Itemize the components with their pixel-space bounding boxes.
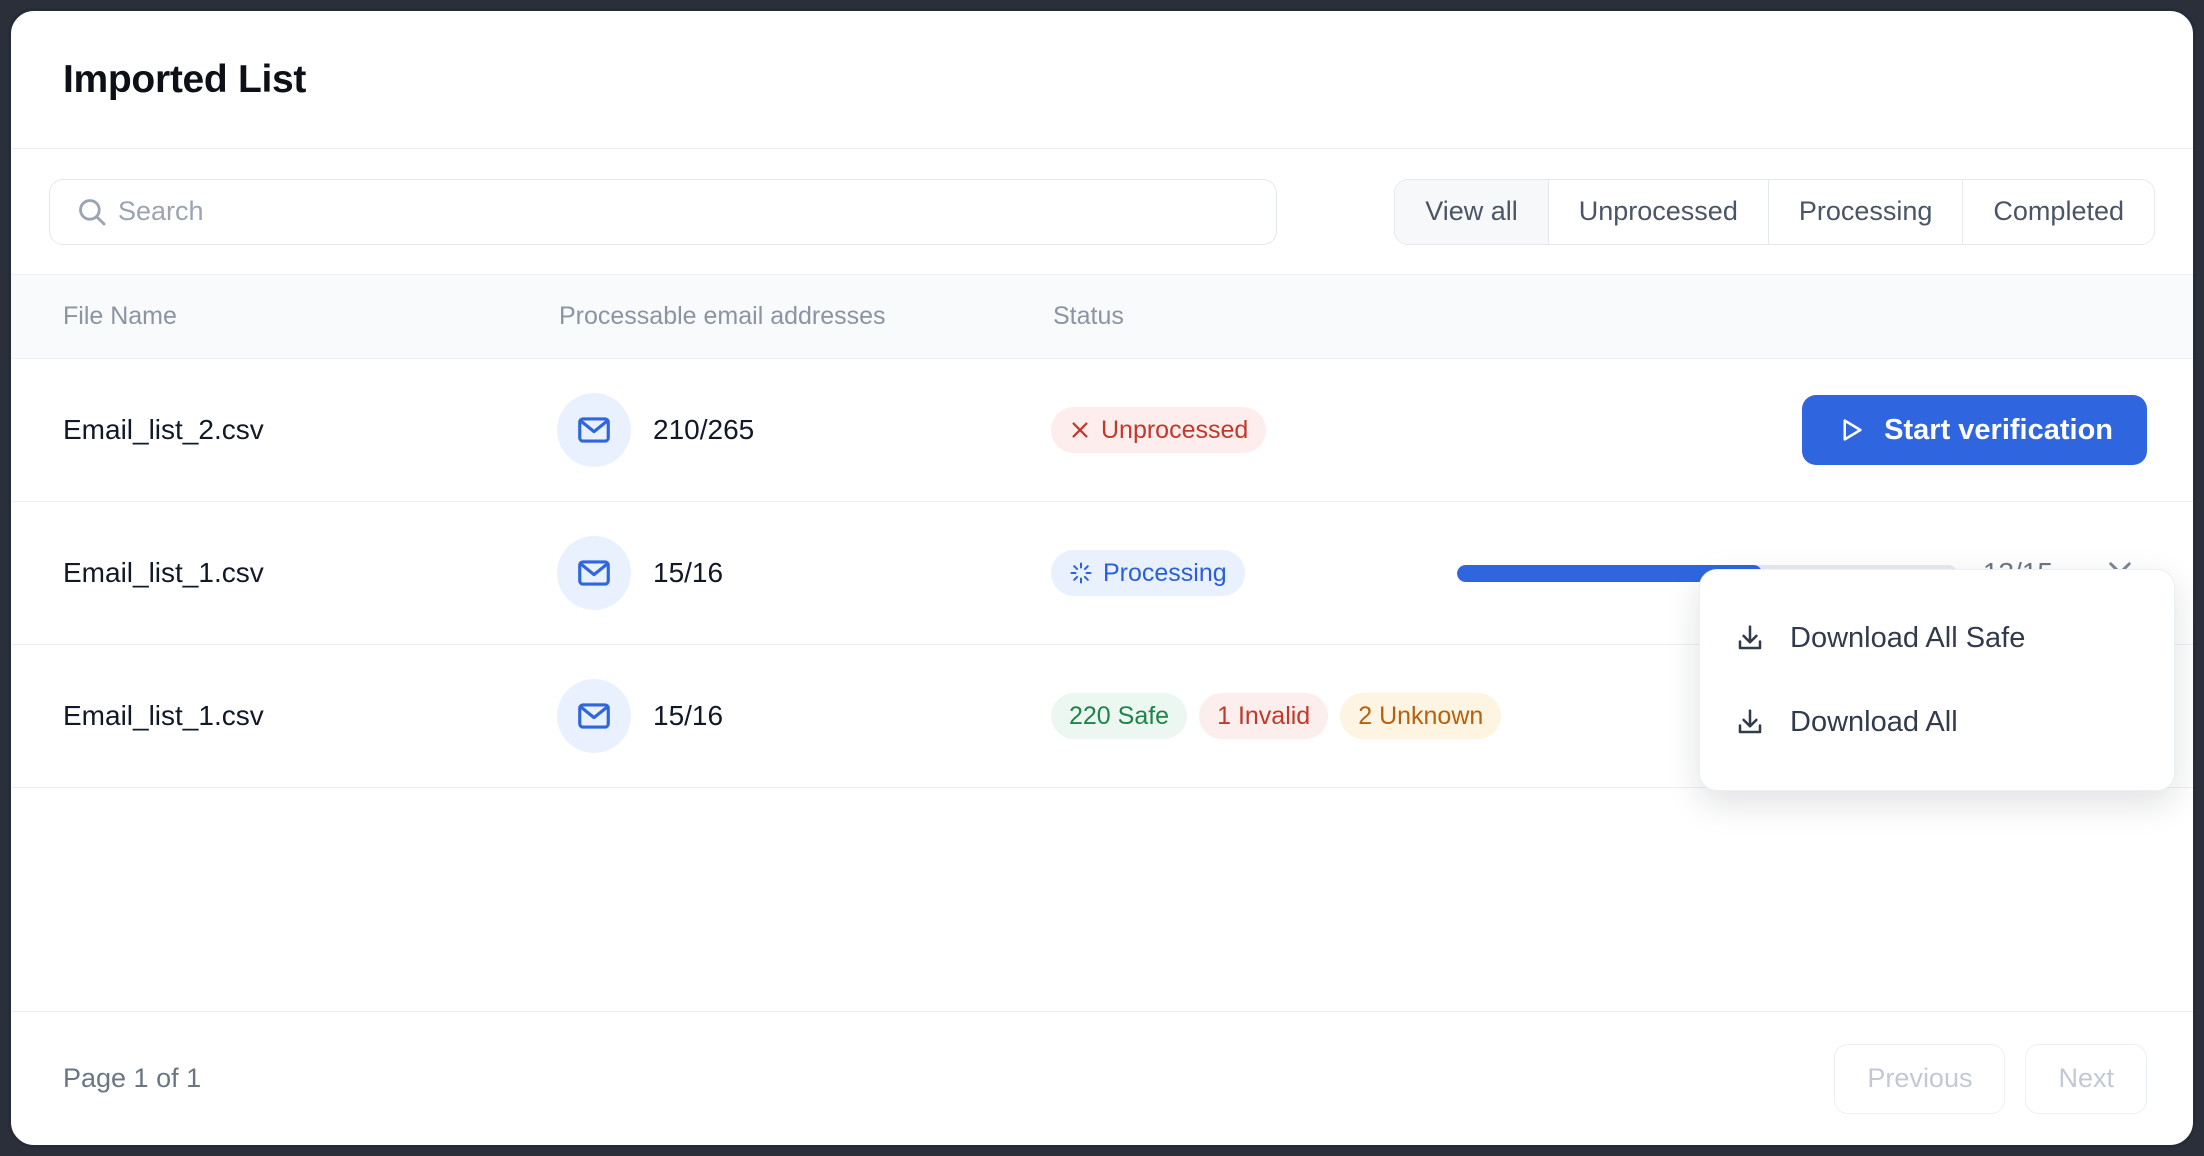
table-row[interactable]: Email_list_2.csv 210/265 Unprocessed Sta… bbox=[11, 359, 2193, 502]
status-badge-invalid: 1 Invalid bbox=[1199, 693, 1329, 739]
download-icon bbox=[1738, 625, 1762, 650]
menu-item-label: Download All Safe bbox=[1790, 621, 2026, 654]
next-page-button[interactable]: Next bbox=[2025, 1043, 2147, 1114]
status-badge-label: Processing bbox=[1103, 558, 1227, 587]
card-header: Imported List bbox=[11, 11, 2193, 149]
mail-icon bbox=[557, 536, 631, 610]
page-indicator: Page 1 of 1 bbox=[63, 1063, 202, 1093]
column-header-status: Status bbox=[1053, 302, 1124, 330]
cell-status: Unprocessed bbox=[1051, 407, 1267, 453]
pagination-controls: Previous Next bbox=[1834, 1043, 2147, 1114]
search-input[interactable] bbox=[49, 178, 1277, 245]
cell-status: Processing bbox=[1051, 550, 1245, 596]
mail-icon bbox=[557, 679, 631, 753]
status-badge-safe: 220 Safe bbox=[1051, 693, 1188, 739]
cell-processable: 210/265 bbox=[557, 393, 754, 467]
cell-file-name: Email_list_1.csv bbox=[63, 557, 264, 588]
menu-item-download-all-safe[interactable]: Download All Safe bbox=[1700, 596, 2174, 680]
column-header-file-name: File Name bbox=[63, 302, 177, 330]
previous-page-button[interactable]: Previous bbox=[1834, 1043, 2006, 1114]
cell-file-name: Email_list_1.csv bbox=[63, 700, 264, 731]
status-filter-tabs: View all Unprocessed Processing Complete… bbox=[1394, 178, 2155, 245]
spinner-icon bbox=[1070, 562, 1092, 584]
menu-item-label: Download All bbox=[1790, 705, 1958, 738]
processable-count: 15/16 bbox=[653, 700, 724, 731]
download-dropdown-menu: Download All Safe Download All bbox=[1699, 569, 2175, 791]
tab-processing[interactable]: Processing bbox=[1768, 179, 1964, 244]
page-title: Imported List bbox=[63, 57, 307, 101]
start-verification-button[interactable]: Start verification bbox=[1802, 395, 2147, 465]
toolbar: View all Unprocessed Processing Complete… bbox=[11, 149, 2193, 275]
download-icon bbox=[1738, 709, 1762, 734]
search-field[interactable] bbox=[49, 178, 1277, 245]
processable-count: 210/265 bbox=[653, 414, 755, 445]
cell-file-name: Email_list_2.csv bbox=[63, 414, 264, 445]
processable-count: 15/16 bbox=[653, 557, 724, 588]
close-x-icon bbox=[1072, 422, 1088, 438]
status-badge-processing: Processing bbox=[1051, 550, 1245, 596]
status-badge-unprocessed: Unprocessed bbox=[1051, 407, 1267, 453]
tab-view-all[interactable]: View all bbox=[1395, 179, 1549, 244]
menu-item-download-all[interactable]: Download All bbox=[1700, 680, 2174, 764]
start-verification-label: Start verification bbox=[1884, 413, 2113, 446]
imported-list-card: Imported List View all Unprocessed Proce… bbox=[8, 8, 2196, 1148]
card-footer: Page 1 of 1 Previous Next bbox=[11, 1011, 2193, 1145]
play-icon bbox=[1843, 419, 1862, 441]
cell-processable: 15/16 bbox=[557, 536, 723, 610]
column-header-processable: Processable email addresses bbox=[559, 302, 886, 330]
cell-action: Start verification bbox=[1802, 395, 2147, 465]
status-badge-label: Unprocessed bbox=[1101, 415, 1249, 444]
tab-unprocessed[interactable]: Unprocessed bbox=[1548, 179, 1769, 244]
cell-status: 220 Safe 1 Invalid 2 Unknown bbox=[1051, 693, 1502, 739]
status-badge-unknown: 2 Unknown bbox=[1340, 693, 1502, 739]
table-body: Email_list_2.csv 210/265 Unprocessed Sta… bbox=[11, 359, 2193, 1011]
cell-processable: 15/16 bbox=[557, 679, 723, 753]
mail-icon bbox=[557, 393, 631, 467]
table-header-row: File Name Processable email addresses St… bbox=[11, 275, 2193, 359]
tab-completed[interactable]: Completed bbox=[1963, 179, 2154, 244]
